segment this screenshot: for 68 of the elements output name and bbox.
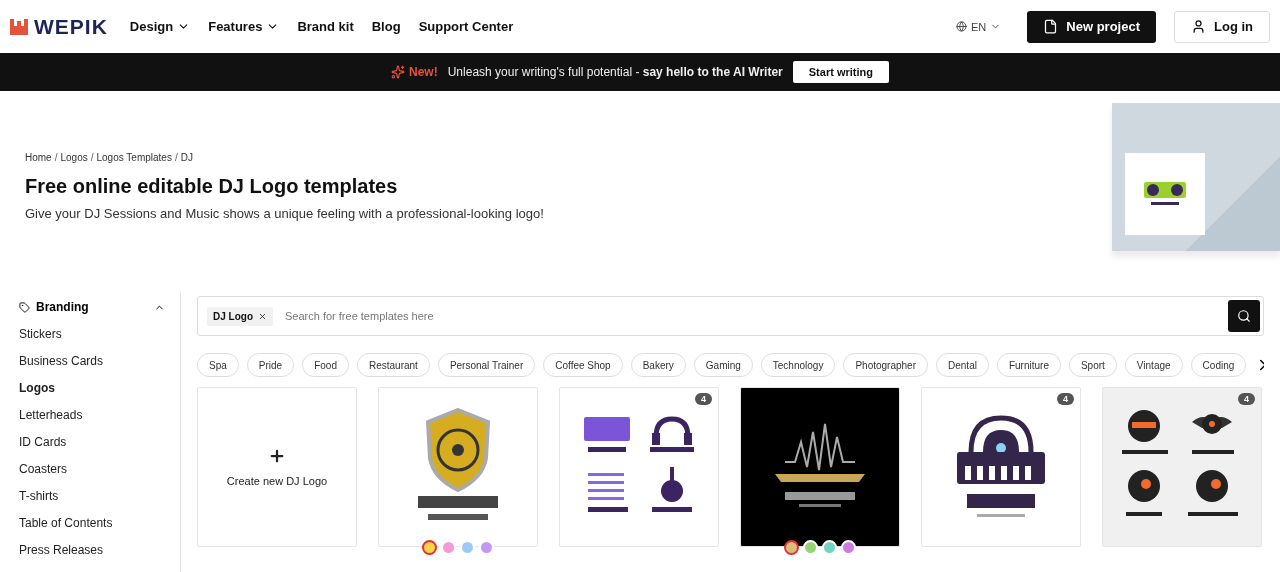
template-card[interactable]: 4	[559, 387, 719, 547]
close-icon	[258, 311, 267, 321]
sidebar-item[interactable]: Letterheads	[19, 405, 180, 425]
category-chip[interactable]: Furniture	[996, 353, 1061, 377]
page-title: Free online editable DJ Logo templates	[25, 175, 399, 198]
globe-icon	[956, 21, 968, 32]
page-count-badge: 4	[1238, 393, 1255, 405]
template-card[interactable]	[740, 387, 900, 547]
sidebar-item[interactable]: Stickers	[19, 324, 180, 344]
breadcrumb-link[interactable]: Home	[25, 152, 52, 163]
nav-link[interactable]: Support Center	[418, 19, 514, 34]
nav-link[interactable]: Blog	[371, 19, 401, 34]
search-button[interactable]	[1228, 300, 1260, 332]
breadcrumb-separator: /	[54, 152, 58, 163]
page-subtitle: Give your DJ Sessions and Music shows a unique feeling with a professional-looking logo!	[25, 206, 544, 221]
sidebar-item[interactable]: Coasters	[19, 459, 180, 479]
language-selector[interactable]: EN	[950, 19, 1008, 34]
nav-link[interactable]: Design	[129, 19, 191, 34]
cassette-logo-drawing	[1143, 181, 1187, 207]
category-chip[interactable]: Sport	[1068, 353, 1117, 377]
nav-link[interactable]: Features	[208, 19, 280, 34]
wepik-logo[interactable]: WEPIK	[9, 14, 108, 39]
category-chip[interactable]: Vintage	[1124, 353, 1183, 377]
template-card[interactable]: 4	[921, 387, 1081, 547]
sparkles-icon	[391, 65, 406, 79]
start-writing-button[interactable]: Start writing	[792, 61, 889, 83]
category-chip[interactable]: Restaurant	[356, 353, 430, 377]
breadcrumb-link[interactable]: Logos Templates	[96, 152, 172, 163]
new-label: New!	[391, 65, 438, 79]
tag-icon	[19, 301, 30, 313]
plus-icon	[268, 447, 286, 465]
breadcrumb-link[interactable]: Logos	[60, 152, 88, 163]
sidebar-item[interactable]: ID Cards	[19, 432, 180, 452]
sidebar-item[interactable]: Business Cards	[19, 351, 180, 371]
category-header[interactable]: Branding	[19, 297, 165, 317]
category-chip[interactable]: Coffee Shop	[543, 353, 623, 377]
category-chip[interactable]: Gaming	[693, 353, 753, 377]
user-icon	[1191, 19, 1206, 34]
category-chip[interactable]: Coding	[1190, 353, 1247, 377]
new-project-button[interactable]: New project	[1027, 10, 1156, 43]
template-card[interactable]: 4	[1102, 387, 1262, 547]
announcement-text: Unleash your writing's full potential - say hello to the AI Writer	[447, 65, 783, 79]
category-chip[interactable]: Technology	[760, 353, 836, 377]
template-card[interactable]	[378, 387, 538, 547]
login-button[interactable]: Log in	[1174, 10, 1270, 43]
sidebar-item[interactable]: T-shirts	[19, 486, 180, 506]
breadcrumb-separator: /	[174, 152, 178, 163]
breadcrumb-separator: /	[90, 152, 94, 163]
sidebar-item[interactable]: Table of Contents	[19, 513, 180, 533]
sidebar-item[interactable]: Press Releases	[19, 540, 180, 560]
create-new-button[interactable]: Create new DJ Logo	[197, 387, 357, 547]
category-chip[interactable]: Personal Trainer	[437, 353, 536, 377]
breadcrumb-link[interactable]: DJ	[180, 152, 193, 163]
category-chip[interactable]: Food	[302, 353, 349, 377]
search-icon	[1237, 309, 1251, 323]
sidebar-item[interactable]: Logos	[19, 378, 180, 398]
category-chip[interactable]: Bakery	[630, 353, 686, 377]
logo-mark-icon	[9, 17, 29, 36]
document-icon	[1043, 19, 1059, 34]
filter-tag[interactable]: DJ Logo	[207, 306, 273, 326]
category-chip[interactable]: Spa	[197, 353, 239, 377]
category-chip[interactable]: Pride	[246, 353, 295, 377]
page-count-badge: 4	[1057, 393, 1074, 405]
category-chip[interactable]: Photographer	[843, 353, 928, 377]
category-chip[interactable]: Dental	[936, 353, 989, 377]
search-field[interactable]: DJ Logo Search for free templates here	[197, 296, 1264, 336]
nav-link[interactable]: Brand kit	[297, 19, 354, 34]
page-count-badge: 4	[695, 393, 712, 405]
